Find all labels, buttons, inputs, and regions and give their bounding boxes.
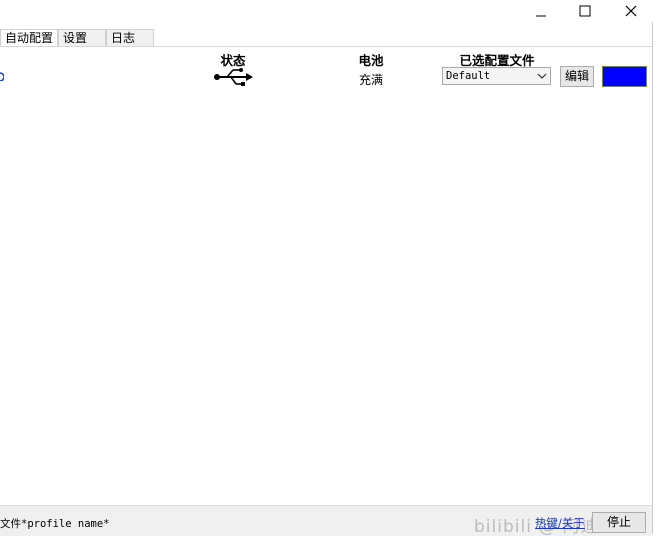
usb-icon [213, 68, 255, 86]
profile-select-value: Default [446, 70, 491, 82]
tab-auto-config[interactable]: 自动配置 [0, 29, 58, 47]
panel-right-border [652, 22, 653, 534]
edit-button[interactable]: 编辑 [560, 66, 594, 87]
tab-panel-border [0, 46, 652, 47]
hotkeys-about-link[interactable]: 热键/关于 [535, 515, 585, 531]
maximize-button[interactable] [562, 0, 608, 22]
close-icon [625, 5, 637, 17]
status-column-header: 状态 [220, 53, 246, 68]
minimize-button[interactable] [518, 0, 564, 22]
chevron-down-icon [537, 68, 547, 84]
profile-name-label: 文件*profile name* [0, 518, 110, 530]
device-row-marker [0, 71, 4, 81]
stop-button[interactable]: 停止 [592, 512, 646, 533]
tab-bar: 自动配置 设置 日志 [0, 29, 154, 47]
close-button[interactable] [608, 0, 654, 22]
tab-log[interactable]: 日志 [106, 29, 154, 47]
maximize-icon [579, 5, 591, 17]
device-color-swatch[interactable] [602, 66, 647, 87]
battery-column-header: 电池 [358, 53, 384, 68]
tab-settings[interactable]: 设置 [58, 29, 106, 47]
profile-select[interactable]: Default [442, 67, 551, 85]
minimize-icon [536, 15, 546, 17]
battery-status: 充满 [358, 73, 383, 87]
